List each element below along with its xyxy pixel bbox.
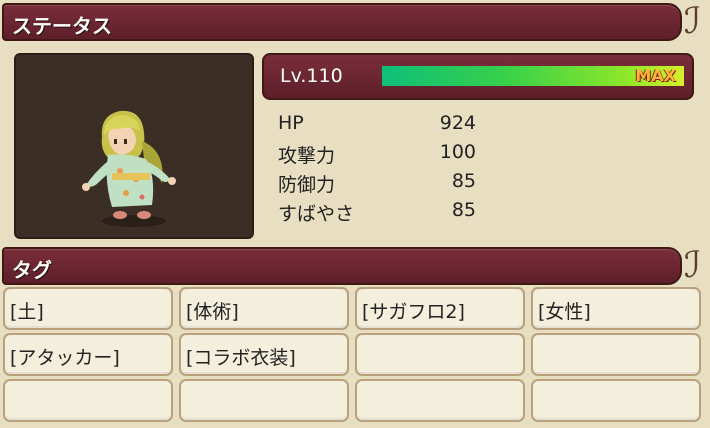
stat-row: HP 924 bbox=[278, 112, 488, 141]
stat-row: 攻撃力 100 bbox=[278, 141, 488, 170]
tag-slot-empty[interactable] bbox=[179, 379, 349, 422]
tag-item[interactable]: [サガフロ2] bbox=[355, 287, 525, 330]
tag-item[interactable]: [体術] bbox=[179, 287, 349, 330]
tag-slot-empty[interactable] bbox=[531, 379, 701, 422]
tag-item[interactable]: [コラボ衣装] bbox=[179, 333, 349, 376]
tag-item[interactable]: [アタッカー] bbox=[3, 333, 173, 376]
max-label: MAX bbox=[635, 66, 676, 85]
tag-slot-empty[interactable] bbox=[3, 379, 173, 422]
stat-name: 攻撃力 bbox=[278, 145, 336, 167]
stat-row: 防御力 85 bbox=[278, 170, 488, 199]
scroll-curl-icon: ℐ bbox=[684, 1, 701, 42]
tag-slot-empty[interactable] bbox=[355, 379, 525, 422]
level-label: Lv.110 bbox=[280, 65, 343, 87]
tag-slot-empty[interactable] bbox=[531, 333, 701, 376]
tag-header: タグ bbox=[2, 247, 682, 285]
status-header: ステータス bbox=[2, 3, 682, 41]
character-portrait bbox=[14, 53, 254, 239]
stat-value: 924 bbox=[439, 112, 476, 134]
stat-row: すばやさ 85 bbox=[278, 199, 488, 228]
stat-value: 85 bbox=[451, 170, 476, 192]
tag-slot-empty[interactable] bbox=[355, 333, 525, 376]
stat-name: 防御力 bbox=[278, 174, 336, 196]
tag-item[interactable]: [女性] bbox=[531, 287, 701, 330]
stat-name: すばやさ bbox=[278, 203, 355, 225]
stat-name: HP bbox=[278, 112, 304, 134]
status-header-title: ステータス bbox=[12, 14, 112, 38]
tag-grid: [土] [体術] [サガフロ2] [女性] [アタッカー] [コラボ衣装] bbox=[3, 287, 705, 425]
tag-item[interactable]: [土] bbox=[3, 287, 173, 330]
exp-bar: MAX bbox=[382, 66, 684, 86]
character-sprite bbox=[82, 110, 176, 227]
stat-value: 100 bbox=[439, 141, 476, 163]
stats-list: HP 924 攻撃力 100 防御力 85 すばやさ 85 bbox=[278, 112, 488, 228]
level-bar: Lv.110 MAX bbox=[262, 53, 694, 100]
scroll-curl-icon: ℐ bbox=[684, 245, 701, 286]
tag-header-title: タグ bbox=[12, 258, 52, 282]
stat-value: 85 bbox=[451, 199, 476, 221]
status-panel: ステータス ℐ Lv.110 MAX HP 924 攻撃力 100 防御力 85… bbox=[0, 0, 710, 428]
